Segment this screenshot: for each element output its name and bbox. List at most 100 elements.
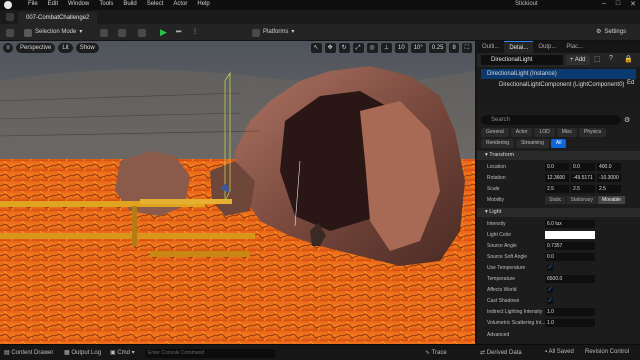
tab-output[interactable]: Outp... [533, 41, 561, 53]
lit-button[interactable]: Lit [58, 43, 73, 53]
menu-edit[interactable]: Edit [48, 1, 58, 7]
light-section[interactable]: ▾ Light [477, 208, 640, 217]
mobility-row: Mobility Static Stationary Movable [477, 195, 640, 205]
volumetric-field[interactable]: 1.0 [545, 319, 595, 327]
scale-transform-icon[interactable]: ⤢ [352, 43, 364, 53]
filter-general[interactable]: General [481, 128, 509, 137]
menu-file[interactable]: File [28, 1, 38, 7]
viewport-toolbar: ≡ Perspective Lit Show ↖ ✥ ↻ ⤢ ◎ ⊥ 10 10… [0, 41, 475, 55]
platforms-dropdown[interactable]: Platforms ▾ [252, 27, 294, 38]
maximize-viewport-icon[interactable]: ⛶ [461, 43, 472, 53]
actor-name-field[interactable]: DirectionalLight [481, 55, 563, 65]
filter-actor[interactable]: Actor [510, 128, 533, 137]
menu-tools[interactable]: Tools [99, 1, 113, 7]
scale-y[interactable]: 2.5 [571, 185, 595, 193]
step-button[interactable]: ⏭ [176, 27, 181, 38]
location-x[interactable]: 0.0 [545, 163, 569, 171]
tab-details[interactable]: Detai... [504, 41, 534, 53]
filter-lod[interactable]: LOD [534, 128, 555, 137]
blueprint-button[interactable] [118, 27, 126, 38]
play-button[interactable]: ▶ [160, 27, 167, 38]
selection-mode-dropdown[interactable]: Selection Mode ▾ [24, 27, 82, 38]
all-saved-button[interactable]: ▪ All Saved [545, 349, 574, 355]
filter-physics[interactable]: Physics [579, 128, 607, 137]
close-icon[interactable]: ✕ [630, 0, 636, 8]
stop-button[interactable]: ⋮ [192, 27, 198, 38]
console-input[interactable]: Enter Console Command [145, 349, 275, 358]
settings-button[interactable]: ⚙ Settings [596, 27, 626, 38]
filter-rendering[interactable]: Rendering [481, 139, 515, 148]
unreal-logo-icon[interactable] [4, 1, 12, 9]
scale-z[interactable]: 2.5 [597, 185, 621, 193]
select-transform-icon[interactable]: ↖ [310, 43, 322, 53]
move-transform-icon[interactable]: ✥ [324, 43, 336, 53]
mobility-static[interactable]: Static [545, 196, 566, 204]
light-color-swatch[interactable] [545, 231, 595, 239]
help-icon[interactable]: ? [609, 55, 613, 62]
use-temperature-checkbox[interactable]: ✓ [547, 265, 553, 271]
gear-icon[interactable]: ⚙ [624, 116, 630, 124]
rotation-snap-value[interactable]: 10° [410, 43, 426, 53]
add-content-button[interactable] [100, 27, 108, 38]
surface-snap-icon[interactable]: ⊥ [380, 43, 392, 53]
content-drawer-button[interactable]: ▤ Content Drawer [4, 349, 53, 356]
mobility-movable[interactable]: Movable [598, 196, 625, 204]
minimize-icon[interactable]: – [602, 0, 606, 8]
camera-speed-value[interactable]: 8 [449, 43, 459, 53]
temperature-field[interactable]: 6500.0 [545, 275, 595, 283]
level-tab[interactable]: 007-CombatChallenge2 [18, 12, 98, 24]
menu-select[interactable]: Select [147, 1, 164, 7]
mobility-stationary[interactable]: Stationary [566, 196, 598, 204]
level-viewport[interactable] [0, 41, 475, 344]
transform-section[interactable]: ▾ Transform [477, 151, 640, 160]
scale-x[interactable]: 2.5 [545, 185, 569, 193]
add-component-button[interactable]: + Add [566, 55, 590, 65]
filter-streaming[interactable]: Streaming [516, 139, 549, 148]
intensity-row: Intensity 6.0 lux [477, 219, 640, 229]
light-component-row[interactable]: DirectionalLightComponent (LightComponen… [499, 80, 624, 90]
scale-snap-value[interactable]: 0.25 [428, 43, 447, 53]
instance-row[interactable]: DirectionalLight (Instance) [481, 69, 636, 79]
filter-misc[interactable]: Misc [556, 128, 578, 137]
affects-world-checkbox[interactable]: ✓ [547, 287, 553, 293]
menu-build[interactable]: Build [123, 1, 136, 7]
soft-angle-field[interactable]: 0.0 [545, 253, 595, 261]
hamburger-icon[interactable]: ≡ [3, 43, 13, 53]
maximize-icon[interactable]: □ [616, 0, 620, 8]
show-button[interactable]: Show [75, 43, 99, 53]
tab-outliner[interactable]: Outli... [477, 41, 504, 53]
source-angle-field[interactable]: 0.7357 [545, 242, 595, 250]
advanced-row[interactable]: Advanced [477, 330, 640, 340]
menu-window[interactable]: Window [68, 1, 89, 7]
edit-in-cpp-link[interactable]: Ed [627, 80, 634, 86]
filter-all[interactable]: All [550, 139, 567, 148]
cmd-dropdown[interactable]: ▣ Cmd ▾ [110, 349, 135, 356]
blueprint-icon[interactable]: ⬚ [594, 55, 601, 63]
tab-place[interactable]: Plac... [561, 41, 588, 53]
save-button[interactable] [6, 27, 14, 38]
cinematics-button[interactable] [138, 27, 146, 38]
indirect-field[interactable]: 1.0 [545, 308, 595, 316]
indirect-row: Indirect Lighting Intensity 1.0 [477, 307, 640, 317]
platforms-icon [252, 28, 260, 37]
output-log-button[interactable]: ▦ Output Log [64, 349, 101, 356]
world-space-icon[interactable]: ◎ [366, 43, 378, 53]
location-y[interactable]: 0.0 [571, 163, 595, 171]
lock-icon[interactable]: 🔒 [624, 55, 633, 63]
intensity-field[interactable]: 6.0 lux [545, 220, 595, 228]
perspective-button[interactable]: Perspective [16, 43, 56, 53]
derived-data-button[interactable]: ⇄ Derived Data [480, 349, 522, 356]
menu-actor[interactable]: Actor [173, 1, 187, 7]
revision-control-button[interactable]: Revision Control [585, 349, 629, 355]
trace-button[interactable]: ∿ Trace [425, 349, 447, 356]
rotation-x[interactable]: 12.3600 [545, 174, 569, 182]
grid-snap-value[interactable]: 10 [395, 43, 408, 53]
rotation-z[interactable]: -10.3000 [597, 174, 621, 182]
details-search-input[interactable]: Search [481, 115, 621, 125]
cast-shadows-checkbox[interactable]: ✓ [547, 298, 553, 304]
rotation-y[interactable]: -49.5171 [571, 174, 595, 182]
indirect-label: Indirect Lighting Intensity [487, 309, 543, 315]
rotate-transform-icon[interactable]: ↻ [338, 43, 350, 53]
location-z[interactable]: 400.0 [597, 163, 621, 171]
menu-help[interactable]: Help [197, 1, 209, 7]
